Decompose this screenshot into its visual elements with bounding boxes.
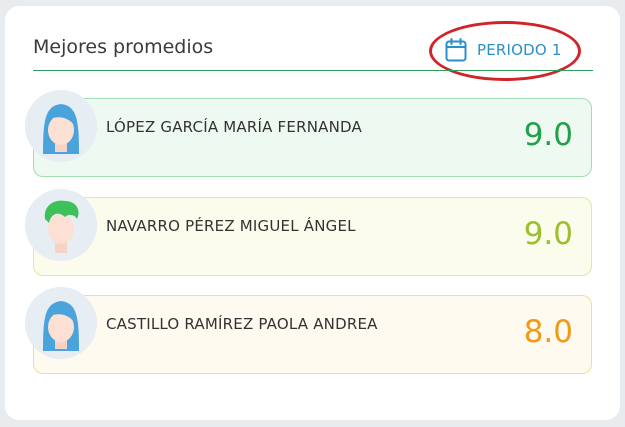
best-averages-card: Mejores promedios PERIODO 1 LÓPEZ GARCÍA… xyxy=(5,6,620,420)
calendar-icon xyxy=(445,38,467,62)
female-avatar-icon xyxy=(25,287,97,359)
student-row[interactable]: CASTILLO RAMÍREZ PAOLA ANDREA 8.0 xyxy=(25,287,592,374)
period-label: PERIODO 1 xyxy=(477,41,562,59)
student-name: CASTILLO RAMÍREZ PAOLA ANDREA xyxy=(106,315,378,333)
female-avatar-icon xyxy=(25,90,97,162)
student-row[interactable]: NAVARRO PÉREZ MIGUEL ÁNGEL 9.0 xyxy=(25,189,592,276)
student-score: 9.0 xyxy=(523,117,573,153)
avatar xyxy=(25,287,97,359)
student-row[interactable]: LÓPEZ GARCÍA MARÍA FERNANDA 9.0 xyxy=(25,90,592,177)
male-avatar-icon xyxy=(25,189,97,261)
avatar xyxy=(25,90,97,162)
avatar xyxy=(25,189,97,261)
header-divider xyxy=(33,70,593,71)
student-score: 8.0 xyxy=(523,314,573,350)
student-score: 9.0 xyxy=(523,216,573,252)
student-name: NAVARRO PÉREZ MIGUEL ÁNGEL xyxy=(106,217,356,235)
period-selector[interactable]: PERIODO 1 xyxy=(445,35,562,65)
student-name: LÓPEZ GARCÍA MARÍA FERNANDA xyxy=(106,118,362,136)
card-title: Mejores promedios xyxy=(33,36,214,58)
